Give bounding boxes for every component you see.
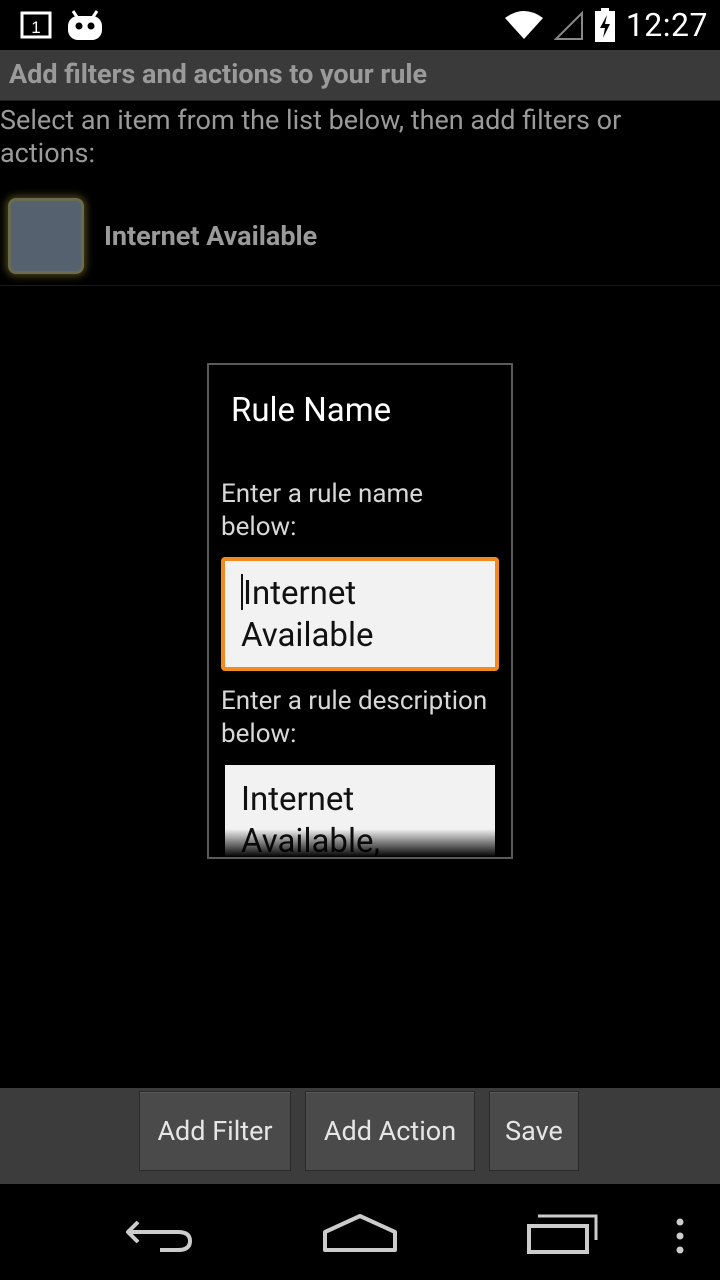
clock: 12:27 xyxy=(625,6,708,44)
rule-item-icon xyxy=(8,198,84,274)
add-action-button[interactable]: Add Action xyxy=(305,1091,475,1171)
rule-name-dialog: Rule Name Enter a rule name below: Inter… xyxy=(207,363,513,859)
home-icon[interactable] xyxy=(322,1212,398,1254)
recent-apps-icon[interactable] xyxy=(526,1214,598,1254)
navigation-bar xyxy=(0,1184,720,1280)
list-item-label: Internet Available xyxy=(104,220,318,252)
svg-text:1: 1 xyxy=(31,18,40,37)
overflow-menu-icon[interactable] xyxy=(672,1216,688,1256)
save-button[interactable]: Save xyxy=(489,1091,579,1171)
dialog-title: Rule Name xyxy=(231,391,392,430)
status-bar: 1 12:27 xyxy=(0,0,720,50)
list-item[interactable]: Internet Available xyxy=(0,190,720,286)
add-filter-button[interactable]: Add Filter xyxy=(139,1091,291,1171)
page-title: Add filters and actions to your rule xyxy=(9,58,428,90)
notification-count-icon: 1 xyxy=(20,11,52,39)
battery-charging-icon xyxy=(594,8,615,42)
cellular-signal-icon xyxy=(553,10,583,40)
scroll-fade xyxy=(209,829,511,857)
cyanogenmod-android-icon xyxy=(68,10,102,40)
wifi-icon xyxy=(504,11,543,39)
rule-name-prompt: Enter a rule name below: xyxy=(221,479,424,542)
title-bar: Add filters and actions to your rule xyxy=(0,50,720,101)
button-bar: Add Filter Add Action Save xyxy=(0,1088,720,1184)
rule-name-input[interactable]: Internet Available xyxy=(221,557,499,671)
back-icon[interactable] xyxy=(124,1214,196,1254)
instruction-text: Select an item from the list below, then… xyxy=(0,104,622,169)
rule-description-prompt: Enter a rule description below: xyxy=(221,686,488,749)
rule-name-value: Internet Available xyxy=(241,574,374,655)
